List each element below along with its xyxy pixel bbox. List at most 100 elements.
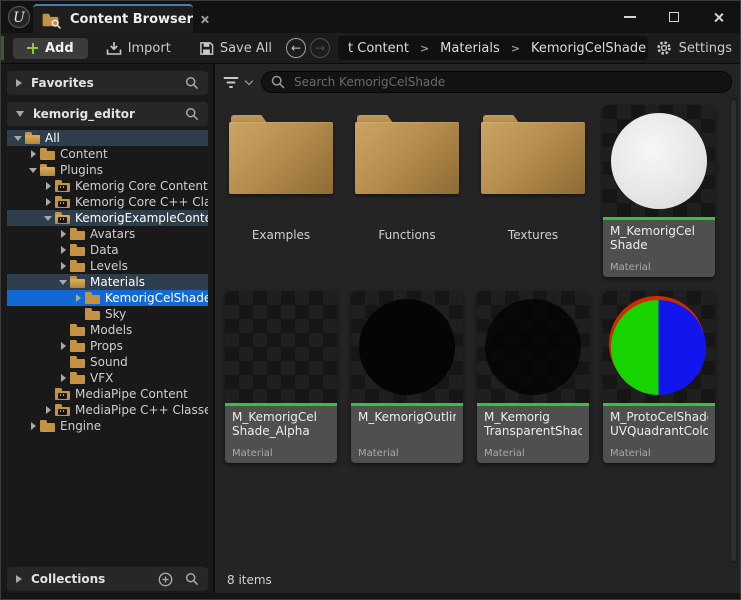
expand-arrow-icon[interactable] (31, 150, 36, 158)
breadcrumb-segment-materials[interactable]: Materials (440, 41, 500, 56)
tree-arrow-cell (57, 342, 69, 350)
expand-arrow-icon[interactable] (46, 198, 51, 206)
tree-item-models[interactable]: Models (7, 322, 208, 338)
expand-arrow-icon[interactable] (61, 230, 66, 238)
tree-item-kemorig-core-c-classe[interactable]: Kemorig Core C++ Classe (7, 194, 208, 210)
tree-item-label: KemorigExampleContent (75, 211, 208, 225)
tree-item-sound[interactable]: Sound (7, 354, 208, 370)
breadcrumb-segment-kemorigcelshade[interactable]: KemorigCelShade (531, 41, 646, 56)
close-button[interactable] (696, 1, 740, 33)
collapse-arrow-icon[interactable] (59, 280, 67, 285)
folder-closed-icon (70, 324, 85, 336)
back-button[interactable]: ← (286, 38, 306, 58)
expand-arrow-icon[interactable] (31, 422, 36, 430)
collapse-arrow-icon[interactable] (16, 111, 24, 117)
search-icon[interactable] (185, 76, 199, 90)
folder-tile-examples[interactable]: Examples (225, 105, 337, 277)
tree-item-kemorigcelshade[interactable]: KemorigCelShade (7, 290, 208, 306)
settings-button[interactable]: Settings (656, 40, 732, 56)
search-input[interactable] (292, 74, 722, 90)
folder-tile-functions[interactable]: Functions (351, 105, 463, 277)
folder-tile-textures[interactable]: Textures (477, 105, 589, 277)
maximize-icon (669, 12, 679, 22)
asset-tile-m-kemorigtransparentshadow[interactable]: M_Kemorig TransparentShadowMaterial (477, 291, 589, 463)
expand-arrow-icon[interactable] (16, 575, 22, 583)
tree-item-kemorigexamplecontent[interactable]: KemorigExampleContent (7, 210, 208, 226)
asset-tile-m-kemorigcelshade[interactable]: M_KemorigCel ShadeMaterial (603, 105, 715, 277)
sidebar: Favorites kemorig_editor AllContentPlugi… (1, 64, 213, 593)
asset-tile-m-kemorigoutline[interactable]: M_KemorigOutlineMaterial (351, 291, 463, 463)
tree-item-all[interactable]: All (7, 130, 208, 146)
minimize-button[interactable] (608, 1, 652, 33)
filter-icon[interactable] (223, 76, 239, 89)
tree-item-mediapipe-c-classes[interactable]: MediaPipe C++ Classes (7, 402, 208, 418)
favorites-header[interactable]: Favorites (7, 71, 208, 95)
save-all-button[interactable]: Save All (189, 37, 282, 60)
add-collection-icon[interactable] (158, 572, 173, 587)
filter-dropdown-icon[interactable] (245, 76, 253, 84)
tree-item-content[interactable]: Content (7, 146, 208, 162)
plugin-plug-icon (58, 185, 67, 191)
tree-item-label: Kemorig Core C++ Classe (75, 195, 208, 209)
tree-item-sky[interactable]: Sky (7, 306, 208, 322)
tree-arrow-cell (27, 168, 39, 173)
import-button[interactable]: Import (96, 37, 181, 60)
search-icon[interactable] (185, 572, 199, 586)
tree-item-plugins[interactable]: Plugins (7, 162, 208, 178)
expand-arrow-icon[interactable] (61, 342, 66, 350)
tree-item-label: All (45, 131, 60, 145)
tree-item-label: MediaPipe Content (75, 387, 188, 401)
folder-closed-icon (85, 292, 100, 304)
tree-item-materials[interactable]: Materials (7, 274, 208, 290)
tree-item-levels[interactable]: Levels (7, 258, 208, 274)
source-header[interactable]: kemorig_editor (7, 102, 208, 126)
settings-label: Settings (679, 41, 732, 56)
collections-header[interactable]: Collections (7, 567, 208, 591)
expand-arrow-icon[interactable] (46, 406, 51, 414)
shadow-sphere-thumbnail (477, 291, 589, 403)
tree-item-label: Props (90, 339, 123, 353)
breadcrumb-separator-icon: > (511, 42, 520, 55)
expand-arrow-icon[interactable] (61, 246, 66, 254)
sphere-preview (485, 299, 581, 395)
tree-arrow-cell (72, 294, 84, 302)
tree-item-data[interactable]: Data (7, 242, 208, 258)
uv-green-blue-sphere (611, 300, 706, 395)
asset-type-label: Material (484, 448, 582, 459)
breadcrumb-segment-t-content[interactable]: t Content (348, 41, 409, 56)
expand-arrow-icon[interactable] (46, 182, 51, 190)
collapse-arrow-icon[interactable] (14, 136, 22, 141)
tree-arrow-cell (12, 136, 24, 141)
scrollbar-thumb[interactable] (731, 100, 736, 561)
expand-arrow-icon[interactable] (61, 262, 66, 270)
tree-item-kemorig-core-content[interactable]: Kemorig Core Content (7, 178, 208, 194)
folder-open-icon (25, 132, 40, 144)
folder-closed-icon (70, 260, 85, 272)
folder-plugin-icon (55, 388, 70, 400)
tree-item-mediapipe-content[interactable]: MediaPipe Content (7, 386, 208, 402)
asset-name: M_KemorigCel Shade_Alpha (232, 410, 330, 438)
tree-item-vfx[interactable]: VFX (7, 370, 208, 386)
filter-row (223, 69, 732, 95)
search-icon[interactable] (185, 107, 199, 121)
collapse-arrow-icon[interactable] (29, 168, 37, 173)
search-box[interactable] (261, 71, 732, 93)
tree-item-props[interactable]: Props (7, 338, 208, 354)
tree-item-engine[interactable]: Engine (7, 418, 208, 434)
asset-tile-m-protocelshade-uvquadrantcolor[interactable]: M_ProtoCelShade_ UVQuadrantColorMaterial (603, 291, 715, 463)
expand-arrow-icon[interactable] (16, 79, 22, 87)
add-button[interactable]: Add (13, 38, 88, 59)
asset-tile-m-kemorigcelshade-alpha[interactable]: M_KemorigCel Shade_AlphaMaterial (225, 291, 337, 463)
expand-arrow-icon[interactable] (61, 374, 66, 382)
favorites-label: Favorites (31, 76, 176, 90)
tab-content-browser[interactable]: Content Browser (33, 4, 193, 33)
maximize-button[interactable] (652, 1, 696, 33)
forward-button[interactable]: → (310, 38, 330, 58)
collapse-arrow-icon[interactable] (44, 216, 52, 221)
expand-arrow-icon[interactable] (76, 294, 81, 302)
tree-arrow-cell (42, 216, 54, 221)
vertical-scrollbar[interactable] (730, 98, 737, 563)
tree-item-avatars[interactable]: Avatars (7, 226, 208, 242)
tree-item-label: Engine (60, 419, 101, 433)
close-icon (713, 12, 724, 23)
